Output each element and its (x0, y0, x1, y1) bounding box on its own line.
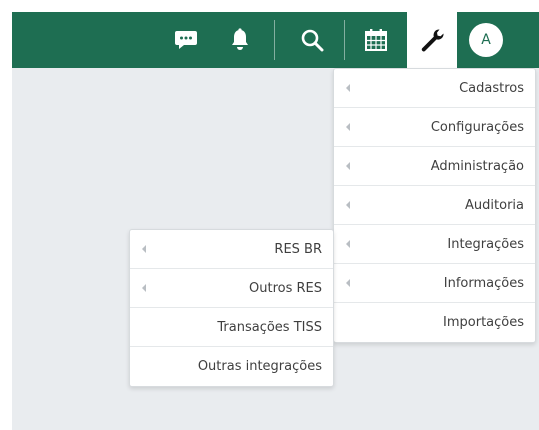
menu-item-label: Integrações (447, 236, 524, 252)
menu-item-label: Configurações (430, 119, 524, 135)
toolbar-separator (274, 20, 275, 60)
menu-item-label: Transações TISS (217, 319, 322, 335)
submenu-item-outros-res[interactable]: Outros RES (130, 269, 333, 308)
menu-item-label: Administração (430, 158, 524, 174)
menu-item-label: Importações (443, 315, 524, 330)
menu-item-importacoes[interactable]: Importações (334, 303, 535, 342)
menu-item-label: Informações (443, 275, 524, 291)
submenu-item-transacoes-tiss[interactable]: Transações TISS (130, 308, 333, 347)
menu-item-label: RES BR (274, 241, 322, 257)
wrench-icon[interactable] (407, 12, 457, 68)
menu-item-auditoria[interactable]: Auditoria (334, 186, 535, 225)
caret-left-icon (346, 84, 350, 92)
avatar: A (469, 23, 503, 57)
menu-item-administracao[interactable]: Administração (334, 147, 535, 186)
menu-item-informacoes[interactable]: Informações (334, 264, 535, 303)
calendar-icon[interactable] (356, 12, 396, 68)
menu-item-label: Outros RES (249, 280, 322, 296)
integrations-submenu: RES BR Outros RES Transações TISS Outras… (129, 229, 334, 387)
menu-item-configuracoes[interactable]: Configurações (334, 108, 535, 147)
chat-icon[interactable] (166, 12, 206, 68)
caret-left-icon (346, 240, 350, 248)
caret-left-icon (346, 201, 350, 209)
search-icon[interactable] (294, 12, 330, 68)
menu-item-label: Auditoria (465, 197, 524, 213)
caret-left-icon (142, 245, 146, 253)
top-navigation-bar: A (0, 0, 539, 68)
caret-left-icon (346, 162, 350, 170)
top-bar-background (12, 12, 539, 68)
caret-left-icon (346, 279, 350, 287)
menu-item-cadastros[interactable]: Cadastros (334, 69, 535, 108)
bell-icon[interactable] (222, 12, 258, 68)
menu-item-label: Cadastros (459, 80, 524, 96)
menu-item-label: Outras integrações (197, 359, 322, 374)
user-avatar-button[interactable]: A (464, 12, 508, 68)
submenu-item-res-br[interactable]: RES BR (130, 230, 333, 269)
submenu-item-outras-integracoes[interactable]: Outras integrações (130, 347, 333, 386)
caret-left-icon (142, 284, 146, 292)
caret-left-icon (346, 123, 350, 131)
menu-item-integracoes[interactable]: Integrações (334, 225, 535, 264)
settings-dropdown-menu: Cadastros Configurações Administração Au… (333, 68, 536, 343)
toolbar-separator (344, 20, 345, 60)
